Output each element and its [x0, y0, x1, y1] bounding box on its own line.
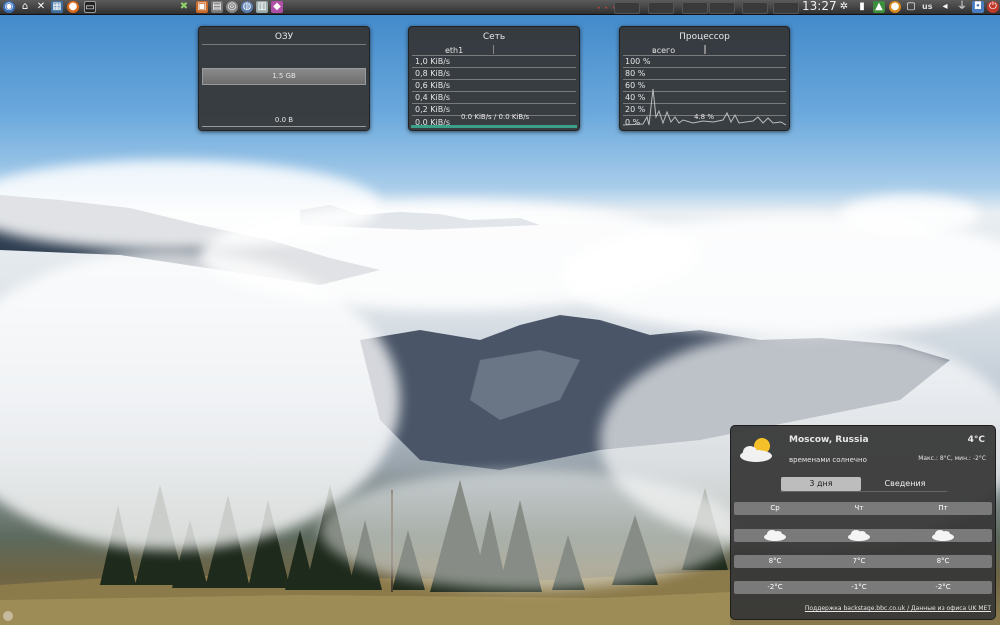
usb-icon[interactable]: ⏚ — [956, 1, 968, 13]
desktop-pager-3[interactable] — [682, 2, 708, 14]
app-menu-icon[interactable]: ◉ — [3, 1, 15, 13]
cpu-grid-2 — [623, 67, 786, 68]
network-interface: eth1 — [445, 46, 464, 55]
forecast-day-1: Ср — [770, 504, 780, 512]
net-grid-1 — [412, 55, 576, 56]
ram-used-label: 1.5 GB — [272, 72, 296, 80]
weather-location: Moscow, Russia — [789, 435, 869, 445]
net-scale-1: 0,8 KiB/s — [415, 69, 451, 78]
network-manager-icon[interactable]: ✲ — [838, 1, 850, 13]
keyboard-layout-indicator[interactable]: us — [922, 2, 932, 11]
network-title: Сеть — [482, 32, 506, 42]
cloudy-icon — [932, 530, 954, 541]
firefox-icon[interactable]: ● — [67, 1, 79, 13]
cloudy-icon — [848, 530, 870, 541]
net-rate-label: 0.0 KiB/s / 0.0 KiB/s — [461, 113, 530, 121]
battery-icon[interactable]: ▮ — [856, 1, 868, 13]
network-interface-marker — [493, 45, 494, 54]
disk-icon[interactable]: ◎ — [226, 1, 238, 13]
terminal-icon[interactable]: ▭ — [84, 1, 96, 13]
partly-sunny-icon — [740, 438, 772, 462]
forecast-low-1: -2°C — [767, 583, 783, 591]
ram-widget[interactable]: ОЗУ 1.5 GB 0.0 B — [198, 26, 370, 131]
ram-bottom-label: 0.0 B — [274, 116, 294, 124]
cpu-title: Процессор — [679, 32, 730, 42]
globe-icon[interactable]: ◍ — [241, 1, 253, 13]
network-tool-icon[interactable]: ✖ — [178, 1, 190, 13]
ram-title: ОЗУ — [274, 32, 294, 42]
net-traffic-bar — [411, 125, 577, 128]
user-switch-icon[interactable]: ◘ — [972, 1, 984, 13]
bitcoin-icon[interactable]: ● — [889, 1, 901, 13]
weather-maxmin: Макс.: 8°C, мин.: -2°C — [918, 455, 986, 462]
forecast-day-2: Чт — [854, 504, 864, 512]
weather-widget[interactable]: Moscow, Russia 4°C временами солнечно Ма… — [730, 425, 996, 620]
document-icon[interactable]: ▥ — [256, 1, 268, 13]
cpu-total-label: всего — [652, 46, 676, 55]
settings-tools-icon[interactable]: ✕ — [35, 1, 47, 13]
weather-current-temp: 4°C — [967, 435, 985, 445]
app-icon[interactable]: ◆ — [271, 1, 283, 13]
net-scale-3: 0,4 KiB/s — [415, 93, 451, 102]
net-scale-0: 1,0 KiB/s — [415, 57, 451, 66]
network-widget[interactable]: Сеть eth1 1,0 KiB/s 0,8 KiB/s 0,6 KiB/s … — [408, 26, 580, 131]
net-scale-2: 0,6 KiB/s — [415, 81, 451, 90]
net-scale-4: 0,2 KiB/s — [415, 105, 451, 114]
ram-title-divider — [202, 44, 366, 45]
cpu-grid-1 — [623, 55, 786, 56]
cpu-usage-graph — [623, 88, 786, 126]
cpu-scale-1: 80 % — [625, 69, 646, 78]
cpu-widget[interactable]: Процессор всего 100 % 80 % 60 % 40 % 20 … — [619, 26, 790, 131]
desktop-pager-1[interactable] — [614, 2, 640, 14]
top-panel: ◉ ⌂ ✕ ▦ ● ▭ ✖ ▣ ▤ ◎ ◍ ▥ ◆ • • • 13:27 ✲ … — [0, 0, 1000, 15]
ram-usage-bar: 1.5 GB — [202, 68, 366, 85]
desktop-corner-icon[interactable] — [3, 611, 13, 621]
cpu-scale-0: 100 % — [625, 57, 651, 66]
forecast-low-2: -1°C — [851, 583, 867, 591]
archive-icon[interactable]: ▣ — [196, 1, 208, 13]
panel-clock[interactable]: 13:27 — [802, 0, 837, 13]
desktop-pager-5[interactable] — [742, 2, 768, 14]
net-grid-3 — [412, 79, 576, 80]
media-icon[interactable]: ▤ — [211, 1, 223, 13]
cloudy-icon — [764, 530, 786, 541]
forecast-high-2: 7°C — [852, 557, 866, 565]
clipboard-icon[interactable]: ▢ — [905, 1, 917, 13]
weather-condition: временами солнечно — [789, 456, 867, 464]
home-folder-icon[interactable]: ⌂ — [19, 1, 31, 13]
cpu-grid-3 — [623, 79, 786, 80]
desktop-pager-2[interactable] — [648, 2, 674, 14]
net-grid-2 — [412, 67, 576, 68]
power-icon[interactable]: ⏻ — [987, 1, 999, 13]
desktop-pager-6[interactable] — [773, 2, 799, 14]
tab-details[interactable]: Сведения — [865, 477, 945, 491]
volume-icon[interactable]: ◂ — [939, 1, 951, 13]
net-grid-4 — [412, 91, 576, 92]
tab-3-days[interactable]: 3 дня — [781, 477, 861, 491]
forecast-high-1: 8°C — [768, 557, 782, 565]
weather-data-credit-link[interactable]: Поддержка backstage.bbc.co.uk / Данные и… — [805, 605, 991, 612]
net-grid-5 — [412, 103, 576, 104]
forecast-day-3: Пт — [938, 504, 948, 512]
calculator-icon[interactable]: ▦ — [51, 1, 63, 13]
desktop-pager-4[interactable] — [709, 2, 735, 14]
update-icon[interactable]: ▲ — [873, 1, 885, 13]
cpu-total-marker — [704, 45, 706, 54]
forecast-low-3: -2°C — [935, 583, 951, 591]
forecast-high-3: 8°C — [936, 557, 950, 565]
ram-baseline — [202, 126, 366, 127]
